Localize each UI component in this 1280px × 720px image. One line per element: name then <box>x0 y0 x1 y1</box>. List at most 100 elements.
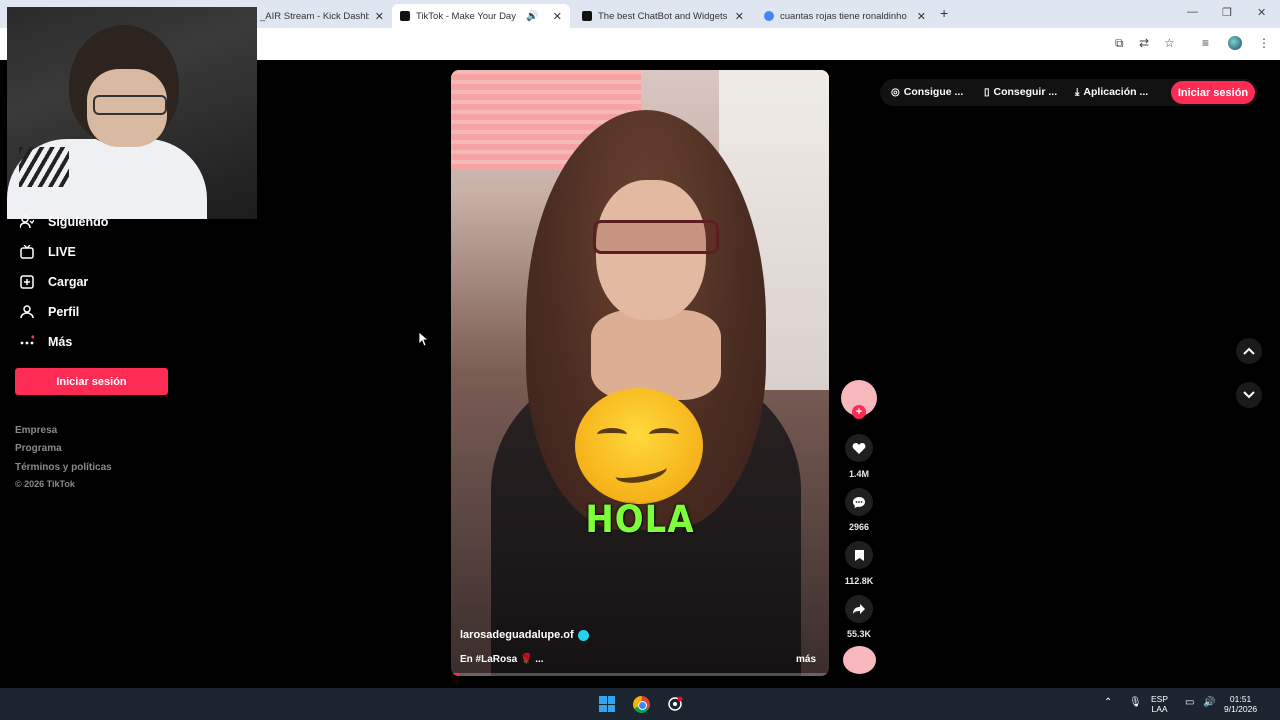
video-subject-neck <box>591 310 721 400</box>
tray-overflow-icon[interactable]: ⌃ <box>1104 697 1112 708</box>
video-overlay-text: HOLA <box>585 498 695 542</box>
google-favicon-icon <box>764 11 774 21</box>
sidebar-item-upload[interactable]: Cargar <box>20 275 88 289</box>
close-tab-icon[interactable]: ✕ <box>917 10 926 23</box>
bookmark-star-icon[interactable]: ☆ <box>1164 36 1175 50</box>
next-video-button[interactable] <box>1236 382 1262 408</box>
volume-icon[interactable]: 🔊 <box>1203 697 1215 708</box>
comment-button[interactable] <box>845 488 873 516</box>
sidebar-item-more[interactable]: Más <box>20 335 72 349</box>
verified-badge-icon <box>577 629 589 641</box>
close-tab-icon[interactable]: ✕ <box>735 10 744 23</box>
footer-link-company[interactable]: Empresa <box>15 425 57 436</box>
get-app-label: Conseguir ... <box>993 86 1058 98</box>
share-button[interactable] <box>845 595 873 623</box>
more-icon <box>20 335 34 349</box>
taskbar-app[interactable] <box>664 693 686 715</box>
new-tab-button[interactable]: + <box>940 5 948 21</box>
sidebar-item-label: Más <box>48 335 73 349</box>
windows-start-button[interactable] <box>596 693 618 715</box>
language-code: ESP <box>1151 694 1169 704</box>
keyboard-layout: LAA <box>1151 704 1168 714</box>
mouse-cursor-icon <box>419 332 429 347</box>
microphone-icon[interactable]: 🎙 <box>1129 697 1142 708</box>
video-author[interactable]: larosadeguadalupe.of <box>460 629 589 641</box>
clock-time: 01:51 <box>1229 694 1252 704</box>
get-app-link[interactable]: ▯ Conseguir ... <box>984 86 1057 98</box>
tab-chatbot[interactable]: The best ChatBot and Widgets ✕ <box>574 4 752 28</box>
tab-google[interactable]: cuantas rojas tiene ronaldinho ✕ <box>756 4 934 28</box>
browser-profile-avatar[interactable] <box>1228 36 1242 50</box>
sidebar-item-live[interactable]: LIVE <box>20 245 76 259</box>
tiktok-favicon-icon <box>400 11 410 21</box>
webcam-overlay <box>7 7 257 219</box>
system-clock[interactable]: 01:51 9/1/2026 <box>1224 694 1257 714</box>
following-icon <box>20 215 34 229</box>
bookmark-icon <box>854 549 864 561</box>
desktop-app-label: Aplicación ... <box>1083 86 1149 98</box>
clock-date: 9/1/2026 <box>1224 704 1258 714</box>
chevron-down-icon <box>1243 391 1255 399</box>
live-icon <box>20 245 34 259</box>
music-disc-icon[interactable] <box>843 646 876 674</box>
taskbar-chrome[interactable] <box>630 693 652 715</box>
smirk-emoji-icon <box>575 388 703 504</box>
close-tab-icon[interactable]: ✕ <box>375 10 384 23</box>
tab-kick[interactable]: _AIR Stream - Kick Dashb ✕ <box>252 4 392 28</box>
video-subject-glasses <box>593 220 719 254</box>
translate-icon[interactable]: ⇄ <box>1139 36 1149 50</box>
webcam-glasses <box>93 95 167 115</box>
minimize-icon[interactable]: — <box>1187 6 1198 18</box>
share-icon <box>853 604 865 614</box>
tab-title: _AIR Stream - Kick Dashb <box>260 10 369 22</box>
sidebar-item-label: LIVE <box>48 245 76 259</box>
desktop-app-link[interactable]: ⤓ Aplicación ... <box>1075 86 1148 98</box>
video-description: En #LaRosa 🌹 ... <box>460 654 544 665</box>
app-gear-icon <box>668 696 683 711</box>
heart-icon <box>852 442 866 454</box>
like-button[interactable] <box>845 434 873 462</box>
comment-icon <box>853 496 865 508</box>
close-tab-icon[interactable]: ✕ <box>553 10 562 23</box>
coin-icon: ◎ <box>891 86 900 98</box>
video-username[interactable]: larosadeguadalupe.of <box>460 629 574 641</box>
phone-icon: ▯ <box>984 86 990 98</box>
reading-list-icon[interactable]: ≡ <box>1202 36 1209 50</box>
get-coins-link[interactable]: ◎ Consigue ... <box>891 86 963 98</box>
tab-tiktok[interactable]: TikTok - Make Your Day 🔊 ✕ <box>392 4 570 28</box>
tab-title: The best ChatBot and Widgets <box>598 10 728 22</box>
download-icon: ⤓ <box>1075 86 1080 98</box>
browser-menu-icon[interactable]: ⋮ <box>1258 36 1270 50</box>
previous-video-button[interactable] <box>1236 338 1262 364</box>
sidebar-item-label: Siguiendo <box>48 215 109 229</box>
footer-link-terms[interactable]: Términos y políticas <box>15 462 112 473</box>
sidebar-item-following[interactable]: Siguiendo <box>20 215 108 229</box>
network-icon[interactable]: ▭ <box>1185 697 1194 708</box>
video-player[interactable]: HOLA larosadeguadalupe.of En #LaRosa 🌹 .… <box>451 70 829 676</box>
sidebar-item-profile[interactable]: Perfil <box>20 305 79 319</box>
language-indicator[interactable]: ESP LAA <box>1151 694 1168 714</box>
video-progress-bar[interactable] <box>451 673 829 676</box>
close-window-icon[interactable]: ✕ <box>1257 6 1266 19</box>
video-progress-fill <box>451 673 459 676</box>
copyright-text: © 2026 TikTok <box>15 479 75 489</box>
profile-icon <box>20 305 34 319</box>
sidebar-item-label: Cargar <box>48 275 89 289</box>
header-login-button[interactable]: Iniciar sesión <box>1171 81 1255 104</box>
save-button[interactable] <box>845 541 873 569</box>
share-count: 55.3K <box>846 629 872 639</box>
chrome-icon <box>632 695 650 713</box>
cast-icon[interactable]: ⧉ <box>1115 36 1124 51</box>
windows-logo-icon <box>599 696 615 712</box>
save-count: 112.8K <box>844 576 874 586</box>
restore-icon[interactable]: ❐ <box>1222 6 1232 19</box>
like-count: 1.4M <box>848 469 869 479</box>
footer-link-program[interactable]: Programa <box>15 443 62 454</box>
follow-plus-icon[interactable]: + <box>852 405 866 419</box>
upload-icon <box>20 275 34 289</box>
sidebar-login-button[interactable]: Iniciar sesión <box>15 368 168 395</box>
chatbot-favicon-icon <box>582 11 592 21</box>
webcam-shirt-stripes <box>19 147 69 187</box>
audio-playing-icon[interactable]: 🔊 <box>526 11 538 22</box>
video-more-link[interactable]: más <box>796 654 816 665</box>
